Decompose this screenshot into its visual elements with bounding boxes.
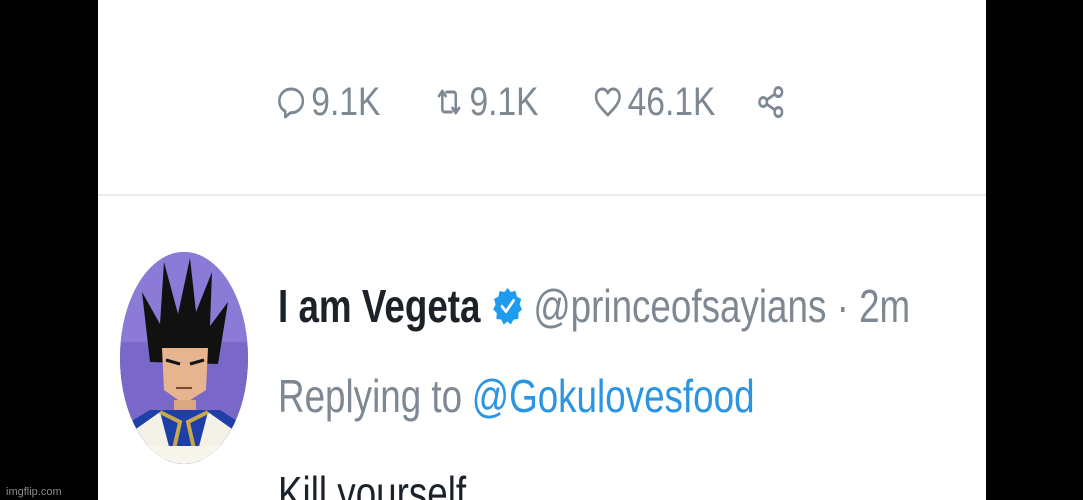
tweet-panel: 9.1K 9.1K 46.1K I am Vegeta @princeofsay… — [98, 0, 986, 500]
verified-badge-icon — [492, 286, 524, 326]
retweet-icon — [434, 84, 464, 120]
reply-action[interactable]: 9.1K — [276, 80, 380, 125]
share-action[interactable] — [756, 84, 791, 120]
reply-tweet-text: Kill yourself — [278, 467, 467, 500]
vegeta-avatar-image — [120, 252, 248, 464]
tweet-divider — [98, 194, 986, 196]
comment-icon — [276, 84, 306, 120]
replying-to-mention-link[interactable]: @Gokulovesfood — [472, 369, 755, 423]
reply-count: 9.1K — [311, 79, 381, 124]
like-action[interactable]: 46.1K — [592, 80, 715, 125]
replying-to-label: Replying to — [278, 370, 463, 422]
retweet-action[interactable]: 9.1K — [434, 79, 539, 125]
author-display-name[interactable]: I am Vegeta — [278, 279, 481, 333]
replying-to-row: Replying to @Gokulovesfood — [278, 364, 755, 428]
tweet-author-row: I am Vegeta @princeofsayians · 2m — [278, 274, 910, 338]
author-handle-and-time[interactable]: @princeofsayians · 2m — [533, 279, 910, 333]
avatar[interactable] — [120, 252, 248, 464]
imgflip-watermark: imgflip.com — [6, 486, 62, 498]
retweet-count: 9.1K — [469, 79, 539, 124]
screenshot-frame: 9.1K 9.1K 46.1K I am Vegeta @princeofsay… — [0, 0, 1083, 500]
tweet-action-bar: 9.1K 9.1K 46.1K — [276, 72, 845, 132]
like-count: 46.1K — [627, 79, 716, 124]
heart-icon — [592, 84, 622, 120]
share-icon — [756, 84, 786, 120]
